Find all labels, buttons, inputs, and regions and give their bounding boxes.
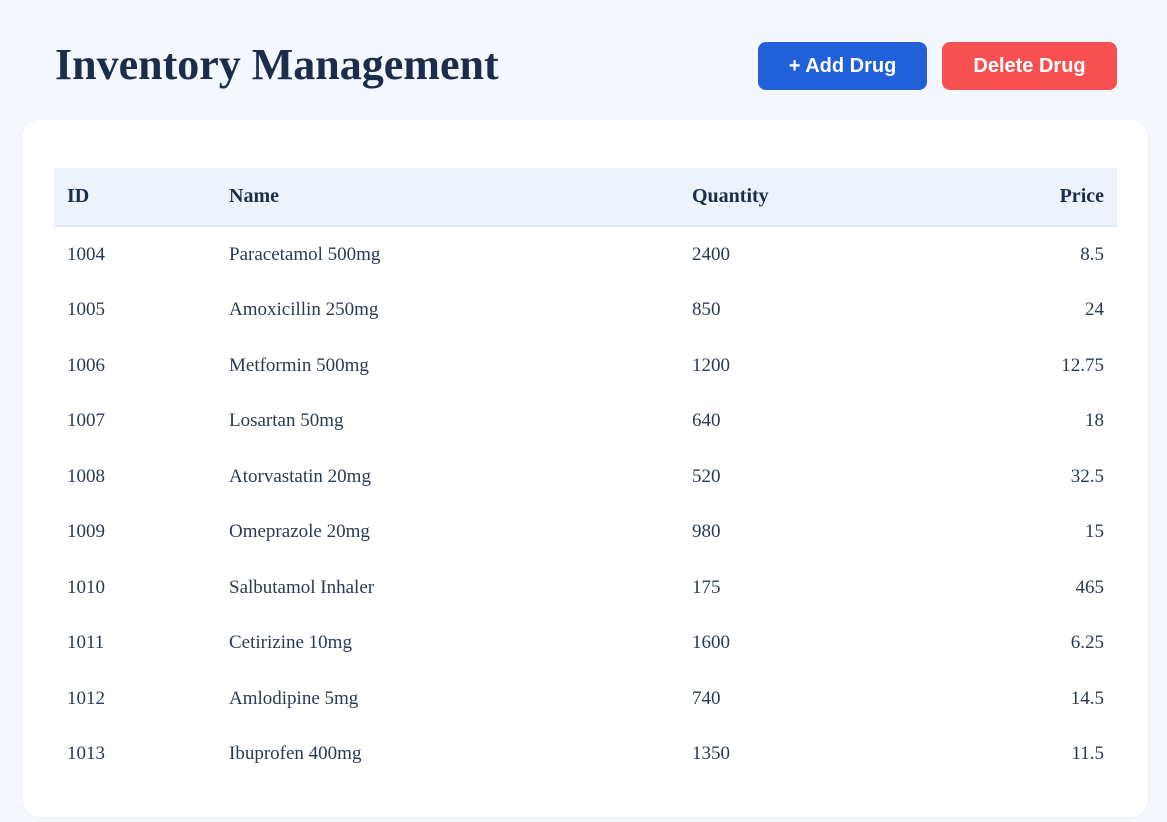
cell-quantity: 850 [692, 299, 721, 321]
table-header-row: ID Name Quantity Price [54, 168, 1117, 226]
cell-quantity: 640 [692, 410, 721, 432]
cell-price: 18 [1085, 410, 1104, 432]
cell-quantity: 2400 [692, 243, 730, 265]
cell-price: 15 [1085, 521, 1104, 543]
cell-id: 1010 [67, 576, 105, 598]
cell-name: Salbutamol Inhaler [229, 576, 375, 598]
cell-price: 14.5 [1070, 687, 1104, 709]
table-row[interactable]: 1011 Cetirizine 10mg 1600 6.25 [54, 616, 1117, 672]
cell-name: Losartan 50mg [229, 410, 344, 432]
cell-id: 1011 [67, 632, 105, 654]
delete-drug-button[interactable]: Delete Drug [942, 42, 1117, 90]
cell-price: 6.25 [1070, 632, 1104, 654]
cell-quantity: 740 [692, 687, 721, 709]
cell-price: 11.5 [1071, 743, 1104, 765]
cell-name: Omeprazole 20mg [229, 521, 370, 543]
cell-id: 1013 [67, 743, 105, 765]
cell-name: Cetirizine 10mg [229, 632, 352, 654]
column-header-name[interactable]: Name [216, 168, 679, 226]
cell-quantity: 175 [692, 576, 721, 598]
cell-name: Amoxicillin 250mg [229, 299, 379, 321]
table-row[interactable]: 1012 Amlodipine 5mg 740 14.5 [54, 671, 1117, 727]
inventory-page: Inventory Management + Add Drug Delete D… [0, 0, 1167, 822]
add-drug-button[interactable]: + Add Drug [758, 42, 927, 90]
cell-id: 1005 [67, 299, 105, 321]
table-row[interactable]: 1004 Paracetamol 500mg 2400 8.5 [54, 226, 1117, 283]
cell-quantity: 1200 [692, 354, 730, 376]
table-body: 1004 Paracetamol 500mg 2400 8.5 1005 Amoxicil… [54, 226, 1117, 782]
table-row[interactable]: 1010 Salbutamol Inhaler 175 465 [54, 560, 1117, 616]
cell-id: 1006 [67, 354, 105, 376]
cell-id: 1008 [67, 465, 105, 487]
cell-price: 12.75 [1061, 354, 1104, 376]
table-row[interactable]: 1006 Metformin 500mg 1200 12.75 [54, 338, 1117, 394]
page-title: Inventory Management [55, 40, 499, 89]
cell-quantity: 980 [692, 521, 721, 543]
cell-name: Amlodipine 5mg [229, 687, 359, 709]
column-header-quantity[interactable]: Quantity [679, 168, 1005, 226]
cell-id: 1007 [67, 410, 105, 432]
column-header-price[interactable]: Price [1005, 168, 1117, 226]
cell-quantity: 1600 [692, 632, 730, 654]
table-row[interactable]: 1007 Losartan 50mg 640 18 [54, 394, 1117, 450]
column-header-id[interactable]: ID [54, 168, 216, 226]
page-header: Inventory Management + Add Drug Delete D… [55, 40, 1117, 92]
cell-price: 32.5 [1070, 465, 1104, 487]
cell-price: 8.5 [1080, 243, 1104, 265]
cell-price: 24 [1085, 299, 1104, 321]
inventory-table: ID Name Quantity Price 1004 Paracetamol 5… [54, 168, 1117, 782]
inventory-card: ID Name Quantity Price 1004 Paracetamol 5… [22, 120, 1148, 817]
table-row[interactable]: 1013 Ibuprofen 400mg 1350 11.5 [54, 727, 1117, 783]
cell-name: Paracetamol 500mg [229, 243, 381, 265]
cell-id: 1009 [67, 521, 105, 543]
cell-name: Metformin 500mg [229, 354, 369, 376]
table-row[interactable]: 1009 Omeprazole 20mg 980 15 [54, 505, 1117, 561]
cell-name: Atorvastatin 20mg [229, 465, 371, 487]
table-row[interactable]: 1008 Atorvastatin 20mg 520 32.5 [54, 449, 1117, 505]
cell-quantity: 520 [692, 465, 721, 487]
cell-price: 465 [1075, 576, 1105, 598]
table-header: ID Name Quantity Price [54, 168, 1117, 226]
table-row[interactable]: 1005 Amoxicillin 250mg 850 24 [54, 283, 1117, 339]
cell-name: Ibuprofen 400mg [229, 743, 362, 765]
cell-id: 1012 [67, 687, 105, 709]
cell-id: 1004 [67, 243, 105, 265]
cell-quantity: 1350 [692, 743, 730, 765]
